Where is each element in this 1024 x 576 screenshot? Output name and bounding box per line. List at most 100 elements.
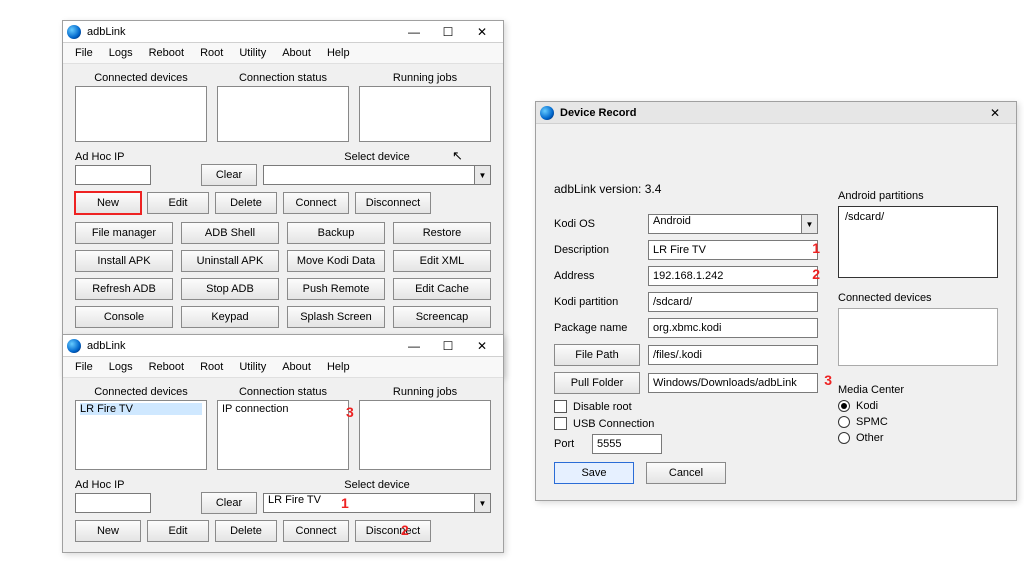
minimize-button[interactable]: —	[397, 336, 431, 356]
maximize-button[interactable]: ☐	[431, 336, 465, 356]
menu-file[interactable]: File	[67, 359, 101, 375]
annotation-3: 3	[346, 404, 354, 420]
menu-help[interactable]: Help	[319, 359, 358, 375]
restore-button[interactable]: Restore	[393, 222, 491, 244]
running-jobs-list	[359, 400, 491, 470]
connected-devices-list[interactable]	[75, 86, 207, 142]
disconnect-button[interactable]: Disconnect	[355, 520, 431, 542]
app-icon	[67, 339, 81, 353]
connected-devices-list[interactable]: LR Fire TV	[75, 400, 207, 470]
menu-root[interactable]: Root	[192, 45, 231, 61]
menubar: File Logs Reboot Root Utility About Help	[63, 357, 503, 378]
install-apk-button[interactable]: Install APK	[75, 250, 173, 272]
edit-button[interactable]: Edit	[147, 192, 209, 214]
menu-file[interactable]: File	[67, 45, 101, 61]
kodi-os-combo[interactable]: Android	[648, 214, 802, 234]
media-center-other-radio[interactable]	[838, 432, 850, 444]
push-remote-button[interactable]: Push Remote	[287, 278, 385, 300]
file-path-button[interactable]: File Path	[554, 344, 640, 366]
connect-button[interactable]: Connect	[283, 520, 349, 542]
adhoc-ip-input[interactable]	[75, 493, 151, 513]
delete-button[interactable]: Delete	[215, 192, 277, 214]
menu-root[interactable]: Root	[192, 359, 231, 375]
uninstall-apk-button[interactable]: Uninstall APK	[181, 250, 279, 272]
connected-devices-label: Connected devices	[838, 292, 998, 304]
media-center-kodi-radio[interactable]	[838, 400, 850, 412]
connection-status-text: IP connection	[222, 403, 288, 415]
chevron-down-icon[interactable]: ▼	[802, 214, 818, 234]
console-button[interactable]: Console	[75, 306, 173, 328]
cancel-button[interactable]: Cancel	[646, 462, 726, 484]
file-manager-button[interactable]: File manager	[75, 222, 173, 244]
kodi-os-label: Kodi OS	[554, 218, 640, 230]
menu-about[interactable]: About	[274, 359, 319, 375]
version-label: adbLink version: 3.4	[554, 182, 818, 196]
new-button[interactable]: New	[75, 520, 141, 542]
chevron-down-icon[interactable]: ▼	[475, 493, 491, 513]
menu-reboot[interactable]: Reboot	[141, 359, 192, 375]
close-button[interactable]: ✕	[465, 336, 499, 356]
list-item[interactable]: LR Fire TV	[80, 403, 202, 415]
clear-button[interactable]: Clear	[201, 492, 257, 514]
edit-button[interactable]: Edit	[147, 520, 209, 542]
package-name-input[interactable]	[648, 318, 818, 338]
kodi-partition-label: Kodi partition	[554, 296, 640, 308]
minimize-button[interactable]: —	[397, 22, 431, 42]
connected-devices-list[interactable]	[838, 308, 998, 366]
pull-folder-input[interactable]	[648, 373, 818, 393]
pull-folder-button[interactable]: Pull Folder	[554, 372, 640, 394]
titlebar: Device Record ✕	[536, 102, 1016, 124]
window-title: adbLink	[87, 26, 126, 38]
move-kodi-button[interactable]: Move Kodi Data	[287, 250, 385, 272]
media-center-spmc-radio[interactable]	[838, 416, 850, 428]
address-input[interactable]	[648, 266, 818, 286]
select-device-combo[interactable]: LR Fire TV	[263, 493, 475, 513]
menu-logs[interactable]: Logs	[101, 45, 141, 61]
chevron-down-icon[interactable]: ▼	[475, 165, 491, 185]
maximize-button[interactable]: ☐	[431, 22, 465, 42]
backup-button[interactable]: Backup	[287, 222, 385, 244]
port-label: Port	[554, 438, 584, 450]
usb-connection-checkbox[interactable]	[554, 417, 567, 430]
menu-help[interactable]: Help	[319, 45, 358, 61]
address-label: Address	[554, 270, 640, 282]
file-path-input[interactable]	[648, 345, 818, 365]
clear-button[interactable]: Clear	[201, 164, 257, 186]
disconnect-button[interactable]: Disconnect	[355, 192, 431, 214]
connection-status-list	[217, 86, 349, 142]
menu-logs[interactable]: Logs	[101, 359, 141, 375]
edit-cache-button[interactable]: Edit Cache	[393, 278, 491, 300]
running-jobs-list	[359, 86, 491, 142]
adhoc-ip-input[interactable]	[75, 165, 151, 185]
stop-adb-button[interactable]: Stop ADB	[181, 278, 279, 300]
port-input[interactable]	[592, 434, 662, 454]
description-input[interactable]	[648, 240, 818, 260]
new-button[interactable]: New	[75, 192, 141, 214]
delete-button[interactable]: Delete	[215, 520, 277, 542]
adb-shell-button[interactable]: ADB Shell	[181, 222, 279, 244]
menu-about[interactable]: About	[274, 45, 319, 61]
connected-devices-label: Connected devices	[75, 72, 207, 84]
menu-utility[interactable]: Utility	[231, 359, 274, 375]
refresh-adb-button[interactable]: Refresh ADB	[75, 278, 173, 300]
keypad-button[interactable]: Keypad	[181, 306, 279, 328]
select-device-combo[interactable]	[263, 165, 475, 185]
annotation-2: 2	[812, 266, 820, 282]
adhoc-label: Ad Hoc IP	[75, 151, 195, 163]
kodi-partition-input[interactable]	[648, 292, 818, 312]
select-device-label: Select device	[263, 479, 491, 491]
dialog-title: Device Record	[560, 107, 636, 119]
menu-reboot[interactable]: Reboot	[141, 45, 192, 61]
close-button[interactable]: ✕	[465, 22, 499, 42]
annotation-2: 2	[401, 522, 409, 538]
screencap-button[interactable]: Screencap	[393, 306, 491, 328]
disable-root-checkbox[interactable]	[554, 400, 567, 413]
connect-button[interactable]: Connect	[283, 192, 349, 214]
close-button[interactable]: ✕	[978, 103, 1012, 123]
menu-utility[interactable]: Utility	[231, 45, 274, 61]
edit-xml-button[interactable]: Edit XML	[393, 250, 491, 272]
save-button[interactable]: Save	[554, 462, 634, 484]
splash-button[interactable]: Splash Screen	[287, 306, 385, 328]
annotation-3: 3	[824, 372, 832, 388]
android-partitions-list[interactable]: /sdcard/	[838, 206, 998, 278]
